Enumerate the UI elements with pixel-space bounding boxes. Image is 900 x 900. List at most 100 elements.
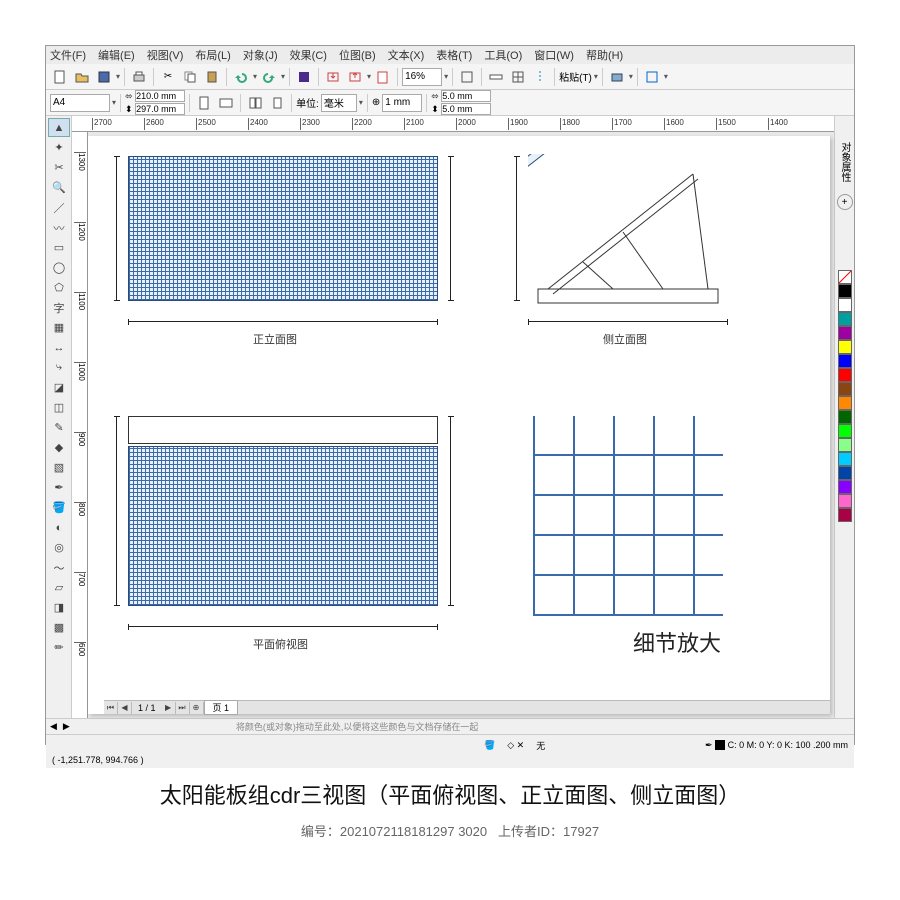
dup-y-input[interactable]	[441, 103, 491, 115]
prev-page-button[interactable]: ◀	[118, 702, 132, 714]
menu-object[interactable]: 对象(J)	[243, 47, 278, 63]
color-swatch[interactable]	[838, 480, 852, 494]
export-dropdown-icon[interactable]: ▾	[367, 72, 371, 81]
publish-pdf-button[interactable]	[373, 67, 393, 87]
ruler-horizontal[interactable]: 2700 2600 2500 2400 2300 2200 2100 2000 …	[72, 116, 834, 132]
paste-button[interactable]	[202, 67, 222, 87]
menu-text[interactable]: 文本(X)	[388, 47, 425, 63]
dimension-tool[interactable]: ↔	[48, 338, 70, 357]
fullscreen-button[interactable]	[457, 67, 477, 87]
menu-edit[interactable]: 编辑(E)	[98, 47, 135, 63]
table-tool[interactable]: ▦	[48, 318, 70, 337]
print-button[interactable]	[129, 67, 149, 87]
extrude-tool[interactable]: ◨	[48, 598, 70, 617]
smart-drawing-tool[interactable]: ✏	[48, 638, 70, 657]
eyedropper-tool[interactable]: ✎	[48, 418, 70, 437]
next-page-button[interactable]: ▶	[162, 702, 176, 714]
color-swatch[interactable]	[838, 312, 852, 326]
ruler-vertical[interactable]: 1300 1200 1100 1000 900 800 700 600	[72, 132, 88, 718]
blend-tool[interactable]: ◐	[48, 518, 70, 537]
color-swatch[interactable]	[838, 438, 852, 452]
palette-nav-right[interactable]: ▶	[63, 721, 70, 732]
object-properties-tab[interactable]: 对象属性	[837, 142, 852, 182]
portrait-button[interactable]	[194, 93, 214, 113]
color-swatch[interactable]	[838, 452, 852, 466]
color-swatch[interactable]	[838, 326, 852, 340]
color-swatch[interactable]	[838, 508, 852, 522]
polygon-tool[interactable]: ⬠	[48, 278, 70, 297]
crop-tool[interactable]: ✂	[48, 158, 70, 177]
page-size-select[interactable]	[50, 94, 110, 112]
mesh-fill-tool[interactable]: ▩	[48, 618, 70, 637]
outline-indicator-icon[interactable]: ◇ ✕	[507, 740, 524, 751]
options-button[interactable]	[607, 67, 627, 87]
shape-tool[interactable]: ✦	[48, 138, 70, 157]
add-color-button[interactable]: +	[837, 194, 853, 210]
show-grid-button[interactable]	[508, 67, 528, 87]
zoom-tool[interactable]: 🔍	[48, 178, 70, 197]
palette-nav-left[interactable]: ◀	[50, 721, 57, 732]
color-swatch[interactable]	[838, 396, 852, 410]
page-tab[interactable]: 页 1	[204, 700, 239, 715]
outline-tool[interactable]: ✒	[48, 478, 70, 497]
menu-view[interactable]: 视图(V)	[147, 47, 184, 63]
save-dropdown-icon[interactable]: ▾	[116, 72, 120, 81]
show-guides-button[interactable]	[530, 67, 550, 87]
color-swatch[interactable]	[838, 382, 852, 396]
undo-button[interactable]	[231, 67, 251, 87]
color-swatch[interactable]	[838, 494, 852, 508]
options-dropdown-icon[interactable]: ▾	[629, 72, 633, 81]
first-page-button[interactable]: ⏮	[104, 702, 118, 714]
color-swatch[interactable]	[838, 410, 852, 424]
freehand-tool[interactable]: ／	[48, 198, 70, 217]
interactive-fill-tool[interactable]: ◆	[48, 438, 70, 457]
outline-color-swatch[interactable]	[715, 740, 725, 750]
all-pages-button[interactable]	[245, 93, 265, 113]
artistic-media-tool[interactable]: 〰	[48, 218, 70, 237]
unit-select[interactable]	[321, 94, 357, 112]
zoom-dropdown-icon[interactable]: ▾	[444, 72, 448, 81]
landscape-button[interactable]	[216, 93, 236, 113]
redo-button[interactable]	[259, 67, 279, 87]
menu-window[interactable]: 窗口(W)	[534, 47, 574, 63]
nudge-input[interactable]	[382, 94, 422, 112]
copy-button[interactable]	[180, 67, 200, 87]
redo-dropdown-icon[interactable]: ▾	[281, 72, 285, 81]
color-swatch[interactable]	[838, 298, 852, 312]
distort-tool[interactable]: 〜	[48, 558, 70, 577]
page-height-input[interactable]	[135, 103, 185, 115]
cut-button[interactable]: ✂	[158, 67, 178, 87]
drawing-page[interactable]: 正立面图 侧立面图	[88, 136, 830, 714]
no-fill-swatch[interactable]	[838, 270, 852, 284]
search-button[interactable]	[294, 67, 314, 87]
last-page-button[interactable]: ⏭	[176, 702, 190, 714]
color-swatch[interactable]	[838, 368, 852, 382]
page-width-input[interactable]	[135, 90, 185, 102]
add-page-button[interactable]: ⊕	[190, 702, 204, 714]
color-swatch[interactable]	[838, 284, 852, 298]
menu-layout[interactable]: 布局(L)	[195, 47, 230, 63]
menu-file[interactable]: 文件(F)	[50, 47, 86, 63]
menu-help[interactable]: 帮助(H)	[586, 47, 623, 63]
current-page-button[interactable]	[267, 93, 287, 113]
connector-tool[interactable]: ⤷	[48, 358, 70, 377]
unit-dropdown-icon[interactable]: ▾	[359, 98, 363, 107]
ellipse-tool[interactable]: ◯	[48, 258, 70, 277]
export-button[interactable]	[345, 67, 365, 87]
page-size-dropdown-icon[interactable]: ▾	[112, 98, 116, 107]
color-swatch[interactable]	[838, 354, 852, 368]
envelope-tool[interactable]: ▱	[48, 578, 70, 597]
import-button[interactable]	[323, 67, 343, 87]
transparency-tool[interactable]: ◫	[48, 398, 70, 417]
menu-table[interactable]: 表格(T)	[436, 47, 472, 63]
save-button[interactable]	[94, 67, 114, 87]
rectangle-tool[interactable]: ▭	[48, 238, 70, 257]
smart-fill-tool[interactable]: ▧	[48, 458, 70, 477]
launch-dropdown-icon[interactable]: ▾	[664, 72, 668, 81]
launch-button[interactable]	[642, 67, 662, 87]
zoom-input[interactable]	[402, 68, 442, 86]
color-swatch[interactable]	[838, 466, 852, 480]
menu-tools[interactable]: 工具(O)	[484, 47, 522, 63]
dup-x-input[interactable]	[441, 90, 491, 102]
pick-tool[interactable]: ▲	[48, 118, 70, 137]
